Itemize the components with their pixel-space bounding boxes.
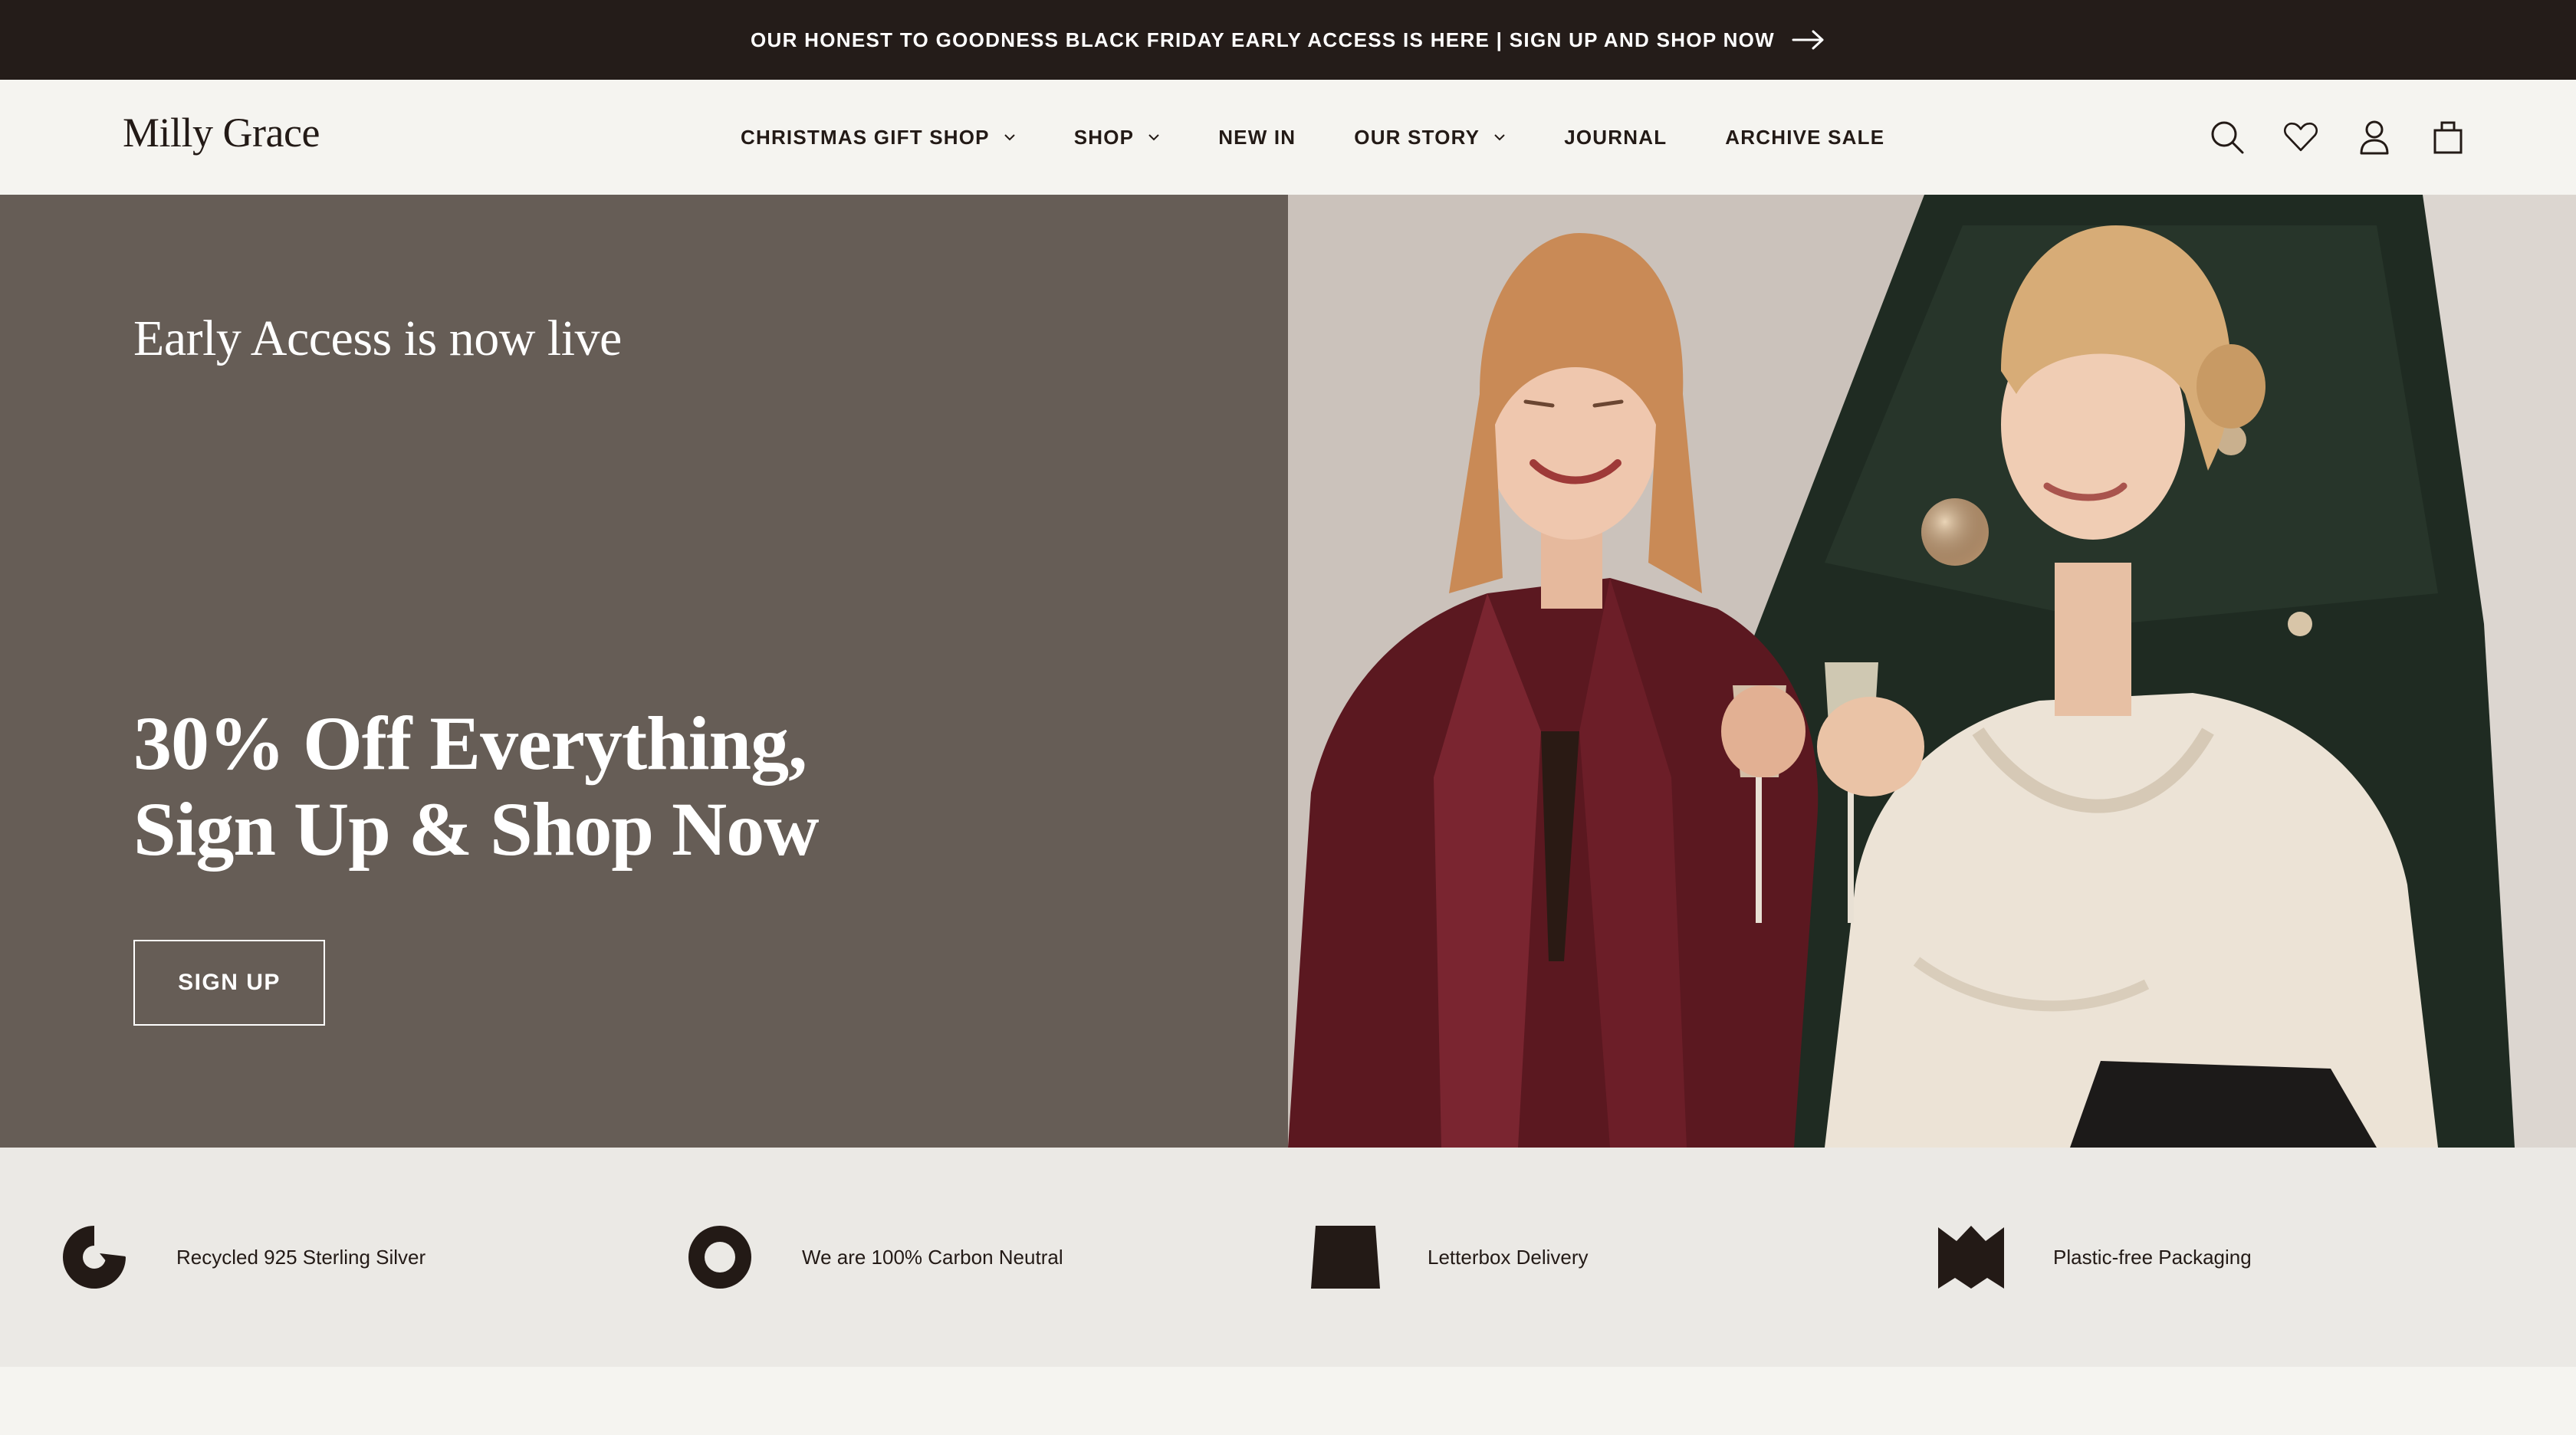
nav-label: ARCHIVE SALE — [1725, 125, 1885, 149]
nav-item-new-in[interactable]: NEW IN — [1218, 126, 1296, 149]
nav-item-archive-sale[interactable]: ARCHIVE SALE — [1725, 126, 1884, 149]
feature-label: Letterbox Delivery — [1428, 1245, 1589, 1269]
bag-icon[interactable] — [2430, 120, 2466, 155]
nav-label: JOURNAL — [1564, 125, 1668, 149]
site-header: Milly Grace CHRISTMAS GIFT SHOP SHOP NEW… — [0, 80, 2576, 195]
hero-headline: 30% Off Everything, Sign Up & Shop Now — [133, 701, 1130, 872]
hero-photo[interactable] — [1288, 195, 2576, 1148]
account-icon[interactable] — [2357, 120, 2392, 155]
header-actions — [2210, 80, 2466, 195]
nav-item-journal[interactable]: JOURNAL — [1564, 126, 1667, 149]
nav-label: SHOP — [1073, 125, 1135, 149]
feature-plastic-free: Plastic-free Packaging — [1937, 1148, 2252, 1367]
recycle-icon — [60, 1223, 129, 1292]
nav-label: NEW IN — [1218, 125, 1296, 149]
arrow-right-icon[interactable] — [1792, 29, 1825, 51]
hero-banner: Early Access is now live 30% Off Everyth… — [0, 195, 2576, 1148]
nav-label: CHRISTMAS GIFT SHOP — [741, 125, 990, 149]
chevron-down-icon — [1148, 133, 1160, 141]
sign-up-button[interactable]: SIGN UP — [133, 940, 325, 1026]
hero-eyebrow: Early Access is now live — [133, 310, 622, 366]
nav-item-shop[interactable]: SHOP — [1074, 126, 1160, 149]
feature-strip: Recycled 925 Sterling Silver We are 100%… — [0, 1148, 2576, 1367]
wishlist-heart-icon[interactable] — [2283, 120, 2318, 155]
main-nav: CHRISTMAS GIFT SHOP SHOP NEW IN OUR STOR… — [741, 80, 1884, 195]
hero-headline-line2: Sign Up & Shop Now — [133, 786, 819, 872]
hero-headline-line1: 30% Off Everything, — [133, 701, 807, 786]
feature-recycled-silver: Recycled 925 Sterling Silver — [60, 1148, 426, 1367]
chevron-down-icon — [1004, 133, 1016, 141]
feature-label: Plastic-free Packaging — [2053, 1245, 2252, 1269]
site-logo[interactable]: Milly Grace — [123, 109, 320, 156]
nav-item-our-story[interactable]: OUR STORY — [1354, 126, 1506, 149]
search-icon[interactable] — [2210, 120, 2245, 155]
feature-letterbox-delivery: Letterbox Delivery — [1311, 1148, 1589, 1367]
plastic-free-icon — [1937, 1223, 2006, 1292]
feature-label: We are 100% Carbon Neutral — [802, 1245, 1063, 1269]
announcement-text[interactable]: OUR HONEST TO GOODNESS BLACK FRIDAY EARL… — [751, 28, 1775, 52]
feature-carbon-neutral: We are 100% Carbon Neutral — [685, 1148, 1063, 1367]
letterbox-icon — [1311, 1223, 1380, 1292]
announcement-bar[interactable]: OUR HONEST TO GOODNESS BLACK FRIDAY EARL… — [0, 0, 2576, 80]
hero-text-panel: Early Access is now live 30% Off Everyth… — [0, 195, 1288, 1148]
feature-label: Recycled 925 Sterling Silver — [176, 1245, 426, 1269]
chevron-down-icon — [1493, 133, 1506, 141]
nav-label: OUR STORY — [1354, 125, 1480, 149]
nav-item-christmas-gift-shop[interactable]: CHRISTMAS GIFT SHOP — [741, 126, 1016, 149]
page-continuation — [0, 1367, 2576, 1435]
carbon-neutral-icon — [685, 1223, 754, 1292]
